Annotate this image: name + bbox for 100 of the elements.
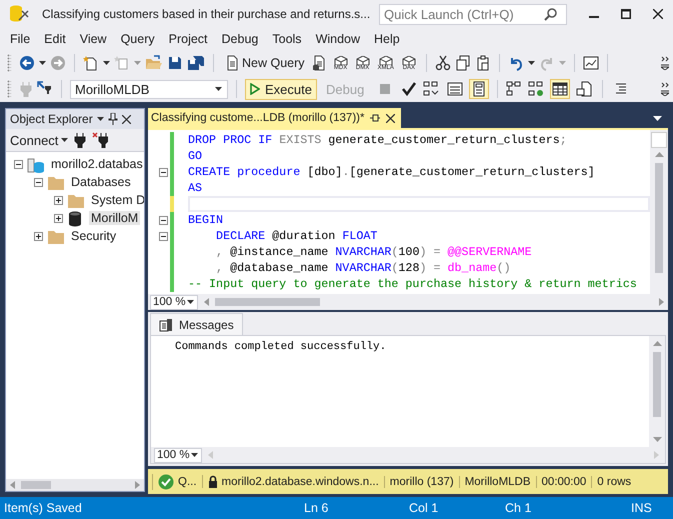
line-number: Ln 6 xyxy=(304,501,330,515)
status-message: Item(s) Saved xyxy=(4,501,83,515)
new-project-icon[interactable] xyxy=(83,55,99,71)
parse-check-icon[interactable] xyxy=(401,81,418,97)
menu-item[interactable]: Query xyxy=(114,32,162,46)
scrollbar-thumb[interactable] xyxy=(21,481,51,489)
code-line: , @database_name NVARCHAR(128) = db_name() xyxy=(215,260,512,276)
caret-icon[interactable] xyxy=(103,61,110,65)
caret-icon[interactable] xyxy=(39,61,46,65)
query-plan-icon[interactable] xyxy=(506,81,522,97)
menu-item[interactable]: Project xyxy=(162,32,215,46)
cube-icon xyxy=(334,56,348,64)
caret-icon[interactable] xyxy=(528,61,535,65)
table-icon xyxy=(552,81,568,97)
close-icon[interactable] xyxy=(122,114,131,124)
collapse-icon[interactable] xyxy=(14,160,23,168)
tree-item[interactable]: MorilloM xyxy=(89,211,140,225)
toggle-button[interactable] xyxy=(469,79,490,99)
disconnect-icon[interactable] xyxy=(92,132,108,148)
tree-item[interactable]: Security xyxy=(69,229,118,243)
zoom-dropdown[interactable]: 100 % xyxy=(154,448,202,462)
server-icon xyxy=(27,156,45,172)
stats-icon xyxy=(528,81,544,97)
scroll-up-icon xyxy=(654,152,664,157)
maximize-icon[interactable] xyxy=(621,9,631,19)
caret-icon[interactable] xyxy=(215,87,222,91)
connect-button[interactable]: Connect xyxy=(10,132,68,148)
text-icon xyxy=(447,81,464,97)
window-title: Classifying customers based in their purchase and returns.s... xyxy=(42,7,370,21)
menu-item[interactable]: Tools xyxy=(265,32,309,46)
expand-icon[interactable] xyxy=(34,232,43,240)
collapse-icon[interactable] xyxy=(159,232,168,240)
code-line: , @instance_name NVARCHAR(100) = @@SERVERNAME xyxy=(215,244,533,260)
pin-icon[interactable] xyxy=(108,113,118,125)
menu-item[interactable]: Help xyxy=(367,32,407,46)
chart-window-icon[interactable] xyxy=(582,55,599,71)
menu-item[interactable]: View xyxy=(72,32,114,46)
vertical-scrollbar[interactable] xyxy=(650,130,668,294)
character-number: Ch 1 xyxy=(505,501,532,515)
horizontal-scrollbar[interactable] xyxy=(6,479,144,491)
status-text: 0 rows xyxy=(597,476,632,488)
status-text: Q... xyxy=(178,476,197,488)
menu-item[interactable]: File xyxy=(3,32,38,46)
play-icon xyxy=(250,83,260,95)
overflow-icon[interactable] xyxy=(661,82,669,96)
code-line: -- Input query to generate the purchase history & return metrics xyxy=(188,276,638,292)
expand-icon[interactable] xyxy=(54,214,63,222)
caret-icon[interactable] xyxy=(61,138,68,142)
connect-icon[interactable] xyxy=(37,81,53,97)
paste-icon[interactable] xyxy=(474,55,491,71)
code-line: AS xyxy=(188,180,204,196)
plan-icon xyxy=(423,81,440,97)
insert-mode: INS xyxy=(631,501,652,515)
cut-icon[interactable] xyxy=(434,55,451,71)
caret-icon[interactable] xyxy=(96,117,104,121)
plug-icon[interactable] xyxy=(74,132,86,148)
pin-icon[interactable] xyxy=(370,113,380,123)
menu-item[interactable]: Debug xyxy=(214,32,266,46)
vertical-scrollbar[interactable] xyxy=(649,336,665,447)
code-line: CREATE procedure [dbo].[generate_customer_return_clusters] xyxy=(188,164,596,180)
open-folder-icon[interactable] xyxy=(145,55,163,71)
message-text: Commands completed successfully. xyxy=(175,341,388,353)
save-icon[interactable] xyxy=(167,55,183,71)
save-all-icon[interactable] xyxy=(187,55,205,71)
collapse-icon[interactable] xyxy=(159,216,168,224)
scrollbar-thumb[interactable] xyxy=(215,298,320,306)
back-icon[interactable] xyxy=(19,55,35,71)
execute-button[interactable]: Execute xyxy=(245,78,317,100)
toggle-button[interactable] xyxy=(550,79,570,99)
status-text: morillo2.database.windows.n... xyxy=(222,476,379,488)
expand-icon[interactable] xyxy=(54,196,63,204)
caret-icon[interactable] xyxy=(187,300,194,304)
cube-icon xyxy=(402,56,416,64)
code-line: BEGIN xyxy=(188,212,224,228)
code-line: DROP PROC IF EXISTS generate_customer_return_clusters; xyxy=(188,132,568,148)
collapse-icon[interactable] xyxy=(34,178,43,186)
zoom-dropdown[interactable]: 100 % xyxy=(150,294,198,310)
file-icon xyxy=(576,81,592,97)
close-icon[interactable] xyxy=(386,114,396,122)
results-tab[interactable]: Messages xyxy=(150,313,243,335)
tab-list-icon[interactable] xyxy=(653,116,662,120)
column-number: Col 1 xyxy=(409,501,440,515)
tree-item[interactable]: morillo2.databas xyxy=(49,157,144,171)
document-icon xyxy=(225,55,239,71)
new-query-button[interactable]: New Query xyxy=(222,54,308,72)
toggle-button[interactable] xyxy=(574,79,594,99)
document-tab[interactable]: Classifying custome...LDB (morillo (137))* xyxy=(148,108,402,128)
search-icon[interactable] xyxy=(544,8,557,20)
lock-icon xyxy=(208,475,218,488)
database-dropdown[interactable]: MorilloMLDB xyxy=(70,80,228,98)
caret-icon[interactable] xyxy=(191,453,198,457)
collapse-icon[interactable] xyxy=(159,168,168,176)
menu-item[interactable]: Edit xyxy=(37,32,73,46)
menu-item[interactable]: Window xyxy=(308,32,368,46)
tree-item[interactable]: Databases xyxy=(69,175,133,189)
overflow-icon[interactable] xyxy=(661,56,669,70)
close-icon[interactable] xyxy=(653,9,663,19)
copy-icon[interactable] xyxy=(454,55,471,71)
scroll-down-icon xyxy=(652,437,662,442)
quick-launch-field[interactable]: Quick Launch (Ctrl+Q) xyxy=(379,4,567,24)
